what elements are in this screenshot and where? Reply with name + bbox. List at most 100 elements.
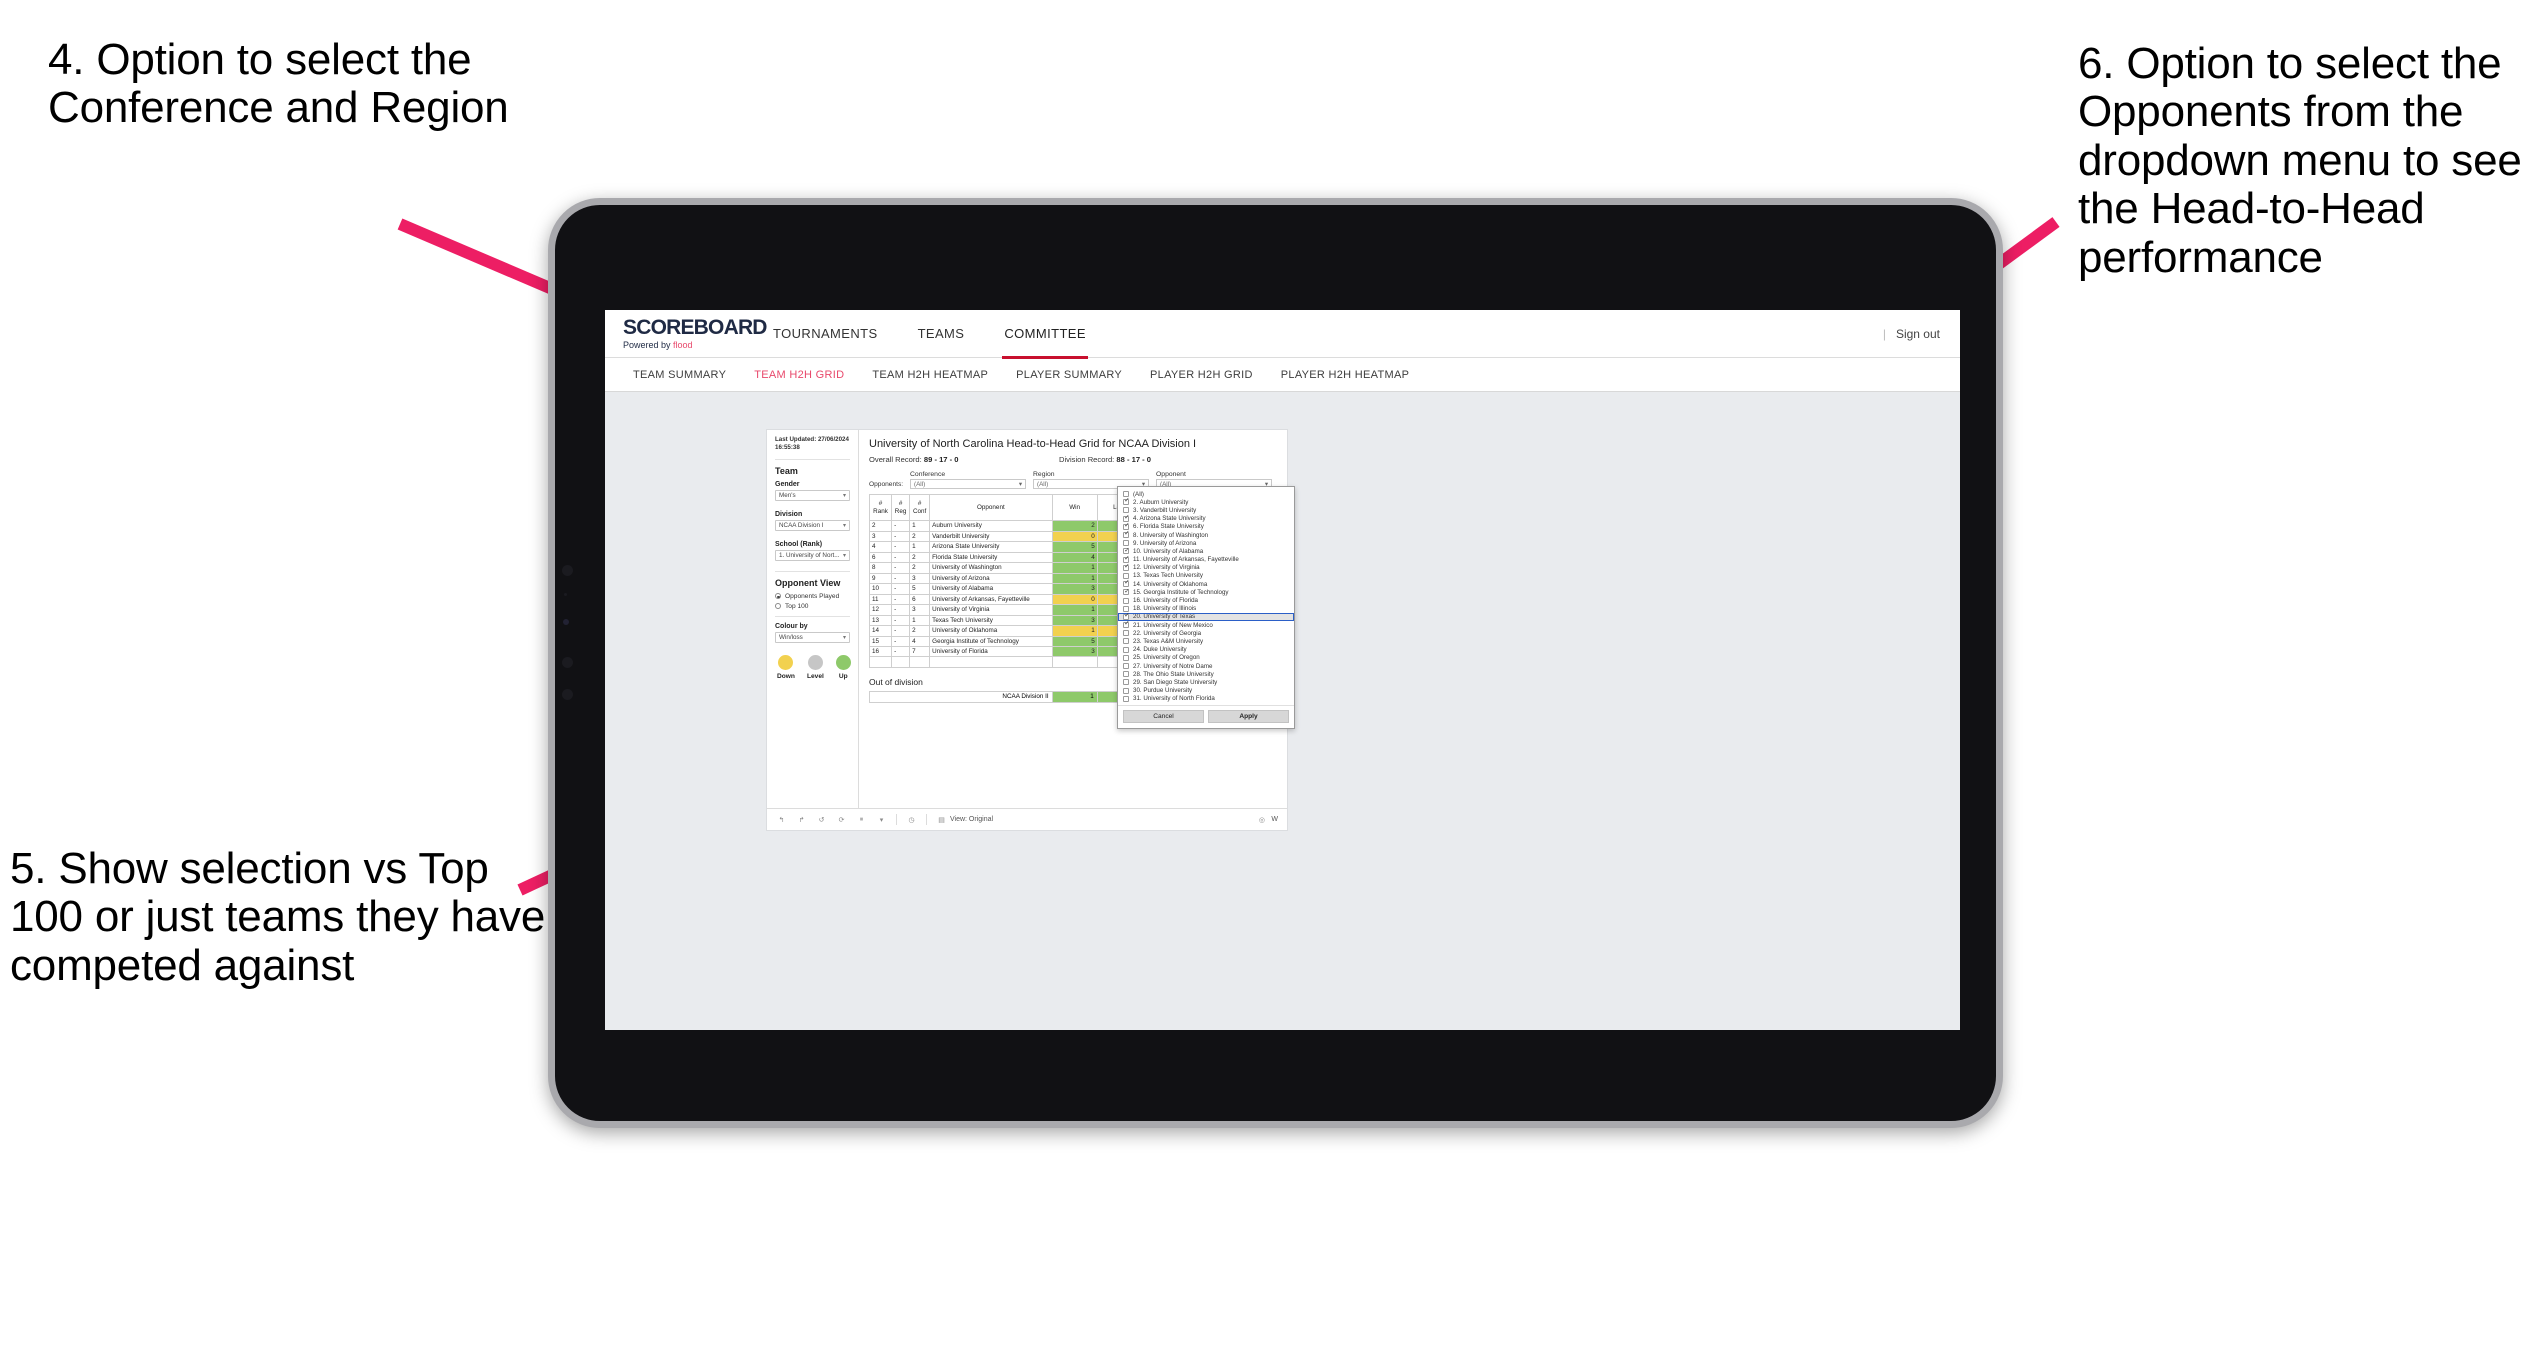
opponent-dropdown-item[interactable]: 12. University of Virginia [1118,564,1294,572]
opponent-dropdown-item[interactable]: 2. Auburn University [1118,498,1294,506]
subnav-item-team-h2h-heatmap[interactable]: TEAM H2H HEATMAP [858,369,1002,381]
topnav-item-committee[interactable]: COMMITTEE [984,310,1106,359]
subnav-item-team-h2h-grid[interactable]: TEAM H2H GRID [740,369,858,381]
view-original-icon: ▤ [938,816,945,824]
opponent-dropdown-item[interactable]: 24. Duke University [1118,646,1294,654]
opponent-dropdown-item[interactable]: 25. University of Oregon [1118,654,1294,662]
checkbox-checked-icon[interactable] [1123,531,1130,539]
subnav-item-team-summary[interactable]: TEAM SUMMARY [619,369,740,381]
checkbox-checked-icon[interactable] [1123,498,1130,506]
view-original-button[interactable]: ▤ View: Original [936,814,993,825]
revert-icon[interactable]: ↺ [816,814,827,825]
opponent-dropdown-item[interactable]: 10. University of Alabama [1118,547,1294,555]
cell-reg: - [891,520,911,532]
checkbox-unchecked-icon[interactable] [1123,597,1129,604]
opponent-dropdown-item[interactable]: 20. University of Texas [1118,612,1294,621]
opponent-dropdown-item[interactable]: 9. University of Arizona [1118,539,1294,547]
opponent-dropdown-item[interactable]: 14. University of Oklahoma [1118,580,1294,588]
checkbox-checked-icon[interactable] [1123,613,1130,620]
opponent-dropdown-item[interactable]: (All) [1118,490,1294,498]
cell-rank: 4 [868,541,893,553]
division-select[interactable]: NCAA Division I ▾ [775,519,850,531]
sign-out-link[interactable]: Sign out [1896,327,1940,341]
subnav-item-player-h2h-heatmap[interactable]: PLAYER H2H HEATMAP [1267,369,1423,381]
checkbox-checked-icon[interactable] [1123,548,1130,555]
opponent-dropdown-item[interactable]: 3. Vanderbilt University [1118,506,1294,514]
checkbox-checked-icon[interactable] [1123,621,1130,629]
cell-rank: 3 [868,530,893,542]
tablet-device-frame: SCOREBOARD Powered by flood TOURNAMENTS … [548,198,2003,1128]
brand-logo[interactable]: SCOREBOARD Powered by flood [605,317,767,350]
checkbox-unchecked-icon[interactable] [1123,654,1129,661]
cancel-button[interactable]: Cancel [1123,709,1204,723]
colour-by-select[interactable]: Win/loss ▾ [775,631,850,643]
checkbox-unchecked-icon[interactable] [1123,646,1129,653]
opponent-dropdown-item[interactable]: 23. Texas A&M University [1118,637,1294,645]
opponent-dropdown-item-label: 22. University of Georgia [1133,629,1202,637]
opponent-dropdown-item-label: 12. University of Virginia [1133,564,1200,572]
checkbox-unchecked-icon[interactable] [1123,671,1129,678]
subnav-item-player-h2h-grid[interactable]: PLAYER H2H GRID [1136,369,1267,381]
opponent-dropdown-item[interactable]: 8. University of Washington [1118,531,1294,539]
opponent-dropdown-item[interactable]: 30. Purdue University [1118,687,1294,695]
cell-win: 1 [1051,690,1098,703]
opponent-dropdown-item-label: 14. University of Oklahoma [1133,580,1208,588]
checkbox-checked-icon[interactable] [1123,589,1130,596]
region-filter-caption: Region [1033,471,1055,478]
gender-select[interactable]: Men's ▾ [775,489,850,501]
conference-filter-select[interactable]: (All) ▾ [910,479,1026,489]
col-header-win: Win [1051,494,1098,521]
checkbox-unchecked-icon[interactable] [1123,491,1129,498]
subnav-item-player-summary[interactable]: PLAYER SUMMARY [1002,369,1136,381]
checkbox-unchecked-icon[interactable] [1123,663,1129,670]
legend-item-down: Down [777,654,795,680]
checkbox-checked-icon[interactable] [1123,523,1130,530]
checkbox-unchecked-icon[interactable] [1123,638,1129,645]
radio-top-100[interactable]: Top 100 [775,603,850,610]
watch-icon[interactable]: ◎ [1256,814,1267,825]
viz-toolbar: ↰ ↱ ↺ ⟳ ⏸ ▾ ◷ ▤ View: Original ◎ W [767,808,1287,830]
opponent-dropdown-item[interactable]: 27. University of Notre Dame [1118,662,1294,670]
opponent-dropdown-item[interactable]: 6. Florida State University [1118,523,1294,531]
legend-dot-down [778,654,794,670]
chevron-down-icon[interactable]: ▾ [876,814,887,825]
opponent-dropdown-item[interactable]: 15. Georgia Institute of Technology [1118,588,1294,596]
opponent-dropdown-item[interactable]: 31. University of North Florida [1118,695,1294,703]
radio-opponents-played[interactable]: Opponents Played [775,593,850,600]
opponent-dropdown-item[interactable]: 13. Texas Tech University [1118,572,1294,580]
checkbox-unchecked-icon[interactable] [1123,630,1129,637]
topnav-item-tournaments[interactable]: TOURNAMENTS [753,310,898,358]
undo-icon[interactable]: ↰ [776,814,787,825]
checkbox-unchecked-icon[interactable] [1123,605,1129,612]
checkbox-unchecked-icon[interactable] [1123,695,1129,702]
checkbox-unchecked-icon[interactable] [1123,507,1129,514]
checkbox-checked-icon[interactable] [1123,564,1130,571]
opponent-dropdown-item[interactable]: 29. San Diego State University [1118,678,1294,686]
school-rank-select[interactable]: 1. University of Nort... ▾ [775,549,850,561]
opponent-dropdown-item[interactable]: 11. University of Arkansas, Fayetteville [1118,556,1294,564]
opponent-dropdown-item[interactable]: 28. The Ohio State University [1118,670,1294,678]
cell-rank: 13 [868,614,893,626]
cell-rank: 6 [868,551,893,563]
checkbox-unchecked-icon[interactable] [1123,687,1129,694]
opponent-dropdown-item[interactable]: 21. University of New Mexico [1118,621,1294,629]
checkbox-checked-icon[interactable] [1123,580,1130,588]
opponent-dropdown-item[interactable]: 16. University of Florida [1118,596,1294,604]
checkbox-unchecked-icon[interactable] [1123,679,1129,686]
checkbox-unchecked-icon[interactable] [1123,572,1129,579]
opponent-dropdown-item[interactable]: 18. University of Illinois [1118,605,1294,613]
apply-button[interactable]: Apply [1208,709,1289,723]
checkbox-checked-icon[interactable] [1123,556,1130,563]
redo-icon[interactable]: ↱ [796,814,807,825]
refresh-data-icon[interactable]: ⟳ [836,814,847,825]
checkbox-checked-icon[interactable] [1123,515,1130,522]
opponent-dropdown-item-label: 8. University of Washington [1133,531,1209,539]
opponent-dropdown-item[interactable]: 22. University of Georgia [1118,629,1294,637]
opponent-dropdown-item[interactable]: 4. Arizona State University [1118,515,1294,523]
topnav-item-teams[interactable]: TEAMS [898,310,985,358]
pause-updates-icon[interactable]: ⏸ [856,814,867,825]
cell-opponent: University of Oklahoma [929,625,1053,637]
opponent-dropdown-item-label: 2. Auburn University [1133,498,1189,506]
checkbox-unchecked-icon[interactable] [1123,540,1129,547]
history-icon[interactable]: ◷ [906,814,917,825]
